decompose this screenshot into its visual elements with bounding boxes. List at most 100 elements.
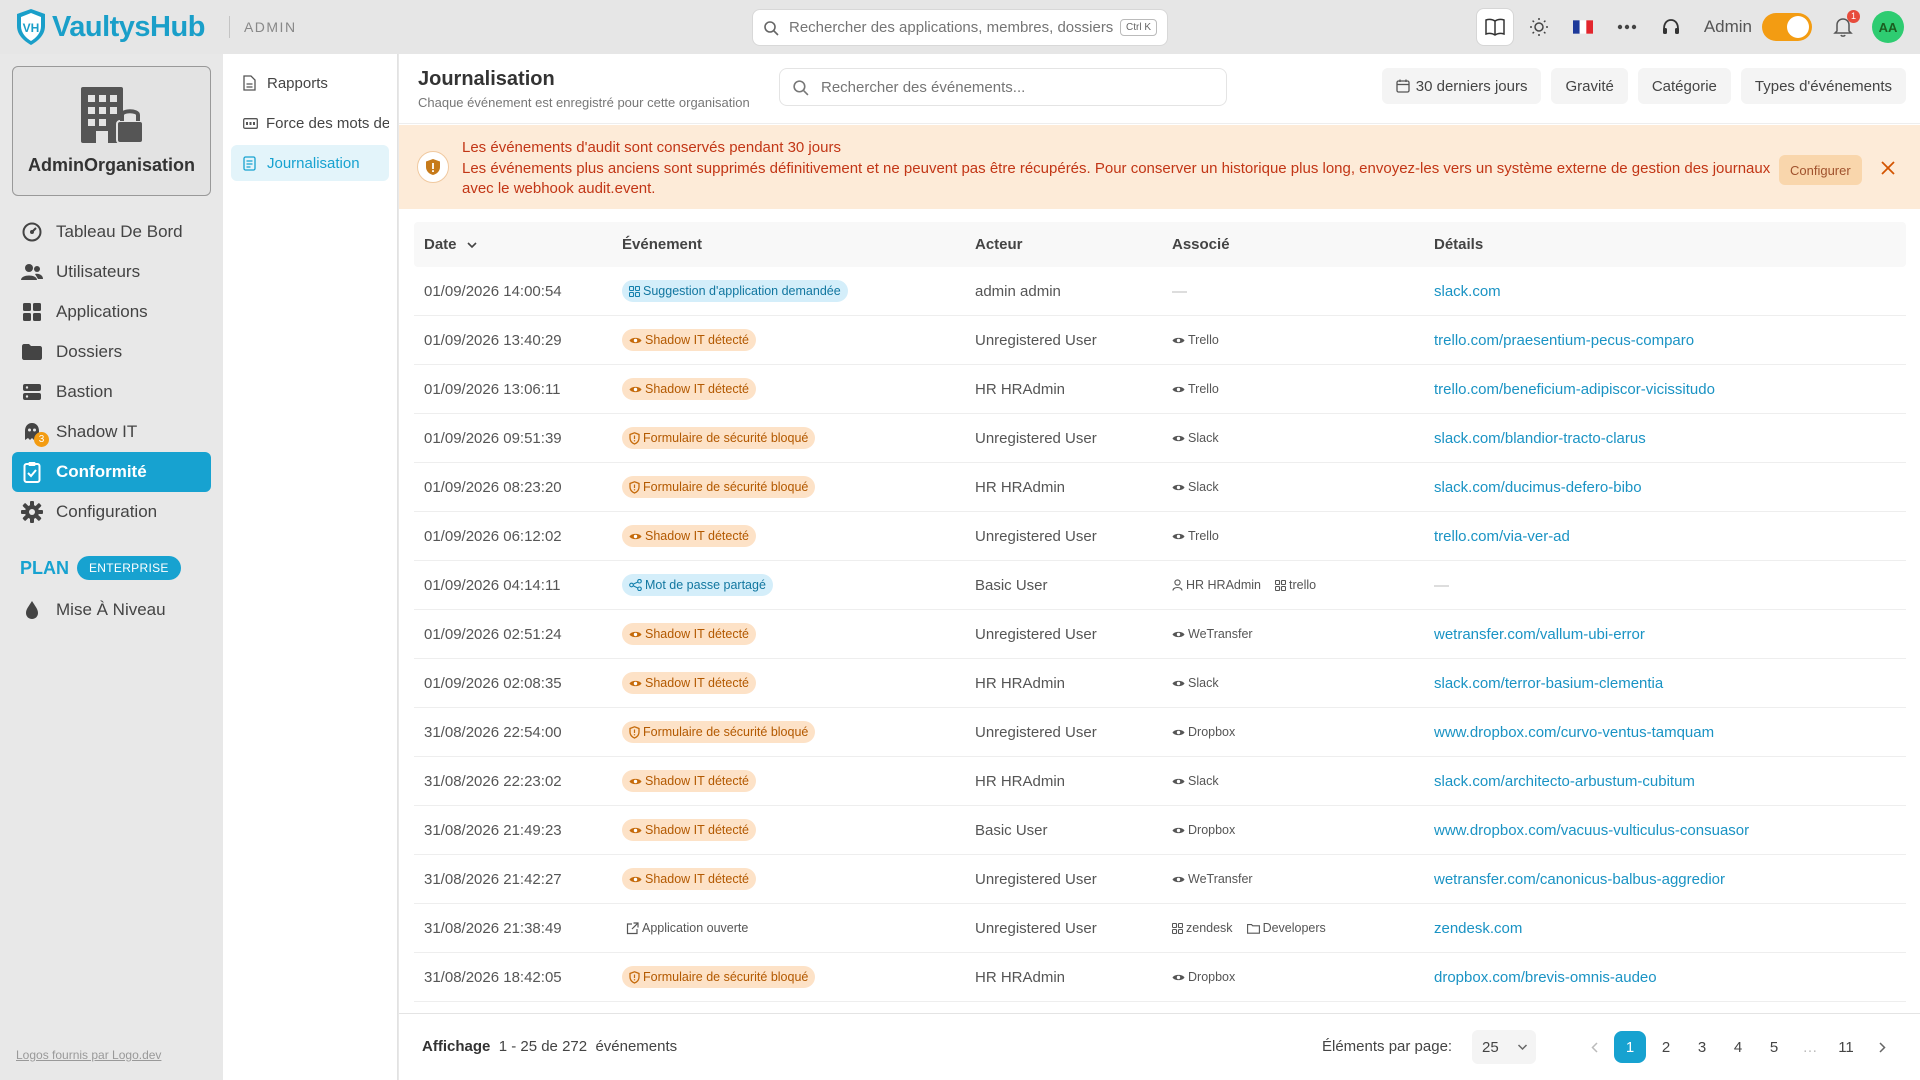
global-search[interactable]: Ctrl K bbox=[752, 9, 1168, 46]
details-link[interactable]: slack.com/blandior-tracto-clarus bbox=[1434, 430, 1646, 447]
nav-item-shadow-it[interactable]: 3 Shadow IT bbox=[12, 412, 211, 452]
associated-item[interactable]: Trello bbox=[1172, 382, 1219, 396]
associated-item[interactable]: Dropbox bbox=[1172, 970, 1235, 984]
details-link[interactable]: slack.com/terror-basium-clementia bbox=[1434, 675, 1663, 692]
details-column-header: Détails bbox=[1434, 236, 1484, 253]
associated-label: Trello bbox=[1188, 382, 1219, 396]
associated-item[interactable]: WeTransfer bbox=[1172, 872, 1253, 886]
configure-button[interactable]: Configurer bbox=[1779, 155, 1862, 185]
plan-indicator: PLAN ENTERPRISE bbox=[20, 556, 181, 580]
page-button[interactable]: 4 bbox=[1722, 1031, 1754, 1063]
eye-icon bbox=[629, 777, 642, 786]
details-link[interactable]: trello.com/praesentium-pecus-comparo bbox=[1434, 332, 1694, 349]
folder-icon bbox=[22, 344, 42, 360]
table-row[interactable]: 01/09/2026 13:40:29 Shadow IT détecté Un… bbox=[414, 316, 1906, 365]
date-column-header[interactable]: Date bbox=[414, 236, 622, 253]
event-label: Formulaire de sécurité bloqué bbox=[643, 970, 809, 984]
associated-item[interactable]: WeTransfer bbox=[1172, 627, 1253, 641]
table-row[interactable]: 31/08/2026 18:42:05 Formulaire de sécuri… bbox=[414, 953, 1906, 1002]
category-filter[interactable]: Catégorie bbox=[1637, 68, 1731, 104]
nav-item-users[interactable]: Utilisateurs bbox=[12, 252, 211, 292]
table-row[interactable]: 31/08/2026 22:23:02 Shadow IT détecté HR… bbox=[414, 757, 1906, 806]
event-search[interactable] bbox=[779, 68, 1227, 106]
table-row[interactable]: 31/08/2026 22:54:00 Formulaire de sécuri… bbox=[414, 708, 1906, 757]
event-search-input[interactable] bbox=[821, 78, 1214, 96]
details-link[interactable]: slack.com/ducimus-defero-bibo bbox=[1434, 479, 1642, 496]
details-link[interactable]: wetransfer.com/vallum-ubi-error bbox=[1434, 626, 1645, 643]
nav-item-folders[interactable]: Dossiers bbox=[12, 332, 211, 372]
nav-item-configuration[interactable]: Configuration bbox=[12, 492, 211, 532]
page-button[interactable]: 1 bbox=[1614, 1031, 1646, 1063]
alert-close-button[interactable] bbox=[1877, 157, 1899, 179]
org-switcher[interactable]: AdminOrganisation bbox=[12, 66, 211, 196]
associated-item[interactable]: Slack bbox=[1172, 480, 1219, 494]
table-row[interactable]: 01/09/2026 04:14:11 Mot de passe partagé… bbox=[414, 561, 1906, 610]
details-link[interactable]: slack.com bbox=[1434, 283, 1501, 300]
per-page-select[interactable]: 25 bbox=[1472, 1030, 1536, 1064]
language-button[interactable] bbox=[1564, 8, 1602, 46]
row-associated: Trello bbox=[1172, 529, 1434, 543]
theme-button[interactable] bbox=[1520, 8, 1558, 46]
details-link[interactable]: www.dropbox.com/curvo-ventus-tamquam bbox=[1434, 724, 1714, 741]
details-link[interactable]: www.dropbox.com/vacuus-vulticulus-consua… bbox=[1434, 822, 1749, 839]
logo-credit-link[interactable]: Logos fournis par Logo.dev bbox=[16, 1048, 161, 1062]
associated-item[interactable]: Slack bbox=[1172, 431, 1219, 445]
associated-item[interactable]: zendesk bbox=[1172, 921, 1233, 935]
table-row[interactable]: 31/08/2026 21:38:49 Application ouverte … bbox=[414, 904, 1906, 953]
page-button[interactable]: 2 bbox=[1650, 1031, 1682, 1063]
table-row[interactable]: 01/09/2026 13:06:11 Shadow IT détecté HR… bbox=[414, 365, 1906, 414]
associated-item[interactable]: Trello bbox=[1172, 333, 1219, 347]
docs-button[interactable] bbox=[1475, 8, 1514, 46]
nav-item-compliance[interactable]: Conformité bbox=[12, 452, 211, 492]
subnav-item-logging[interactable]: Journalisation bbox=[231, 145, 389, 181]
alert-title: Les événements d'audit sont conservés pe… bbox=[462, 139, 841, 156]
details-link[interactable]: zendesk.com bbox=[1434, 920, 1522, 937]
page-button[interactable]: 5 bbox=[1758, 1031, 1790, 1063]
global-search-input[interactable] bbox=[789, 19, 1120, 36]
nav-item-bastion[interactable]: Bastion bbox=[12, 372, 211, 412]
table-row[interactable]: 01/09/2026 02:08:35 Shadow IT détecté HR… bbox=[414, 659, 1906, 708]
event-types-filter[interactable]: Types d'événements bbox=[1740, 68, 1906, 104]
row-event: Shadow IT détecté bbox=[622, 525, 975, 547]
details-link[interactable]: wetransfer.com/canonicus-balbus-aggredio… bbox=[1434, 871, 1725, 888]
table-row[interactable]: 01/09/2026 08:23:20 Formulaire de sécuri… bbox=[414, 463, 1906, 512]
subnav-item-password-strength[interactable]: Force des mots de passe bbox=[231, 105, 389, 141]
page-button[interactable]: 3 bbox=[1686, 1031, 1718, 1063]
table-row[interactable]: 31/08/2026 21:49:23 Shadow IT détecté Ba… bbox=[414, 806, 1906, 855]
admin-mode-toggle[interactable] bbox=[1762, 13, 1812, 41]
table-row[interactable]: 01/09/2026 06:12:02 Shadow IT détecté Un… bbox=[414, 512, 1906, 561]
event-label: Formulaire de sécurité bloqué bbox=[643, 480, 809, 494]
row-associated: HR HRAdmin trello bbox=[1172, 578, 1434, 592]
table-row[interactable]: 31/08/2026 21:42:27 Shadow IT détecté Un… bbox=[414, 855, 1906, 904]
details-link[interactable]: trello.com/via-ver-ad bbox=[1434, 528, 1570, 545]
table-row[interactable]: 01/09/2026 14:00:54 Suggestion d'applica… bbox=[414, 267, 1906, 316]
page-button[interactable]: 11 bbox=[1830, 1031, 1862, 1063]
details-link[interactable]: slack.com/architecto-arbustum-cubitum bbox=[1434, 773, 1695, 790]
associated-item[interactable]: Dropbox bbox=[1172, 823, 1235, 837]
associated-item[interactable]: Slack bbox=[1172, 774, 1219, 788]
row-date: 01/09/2026 08:23:20 bbox=[424, 478, 562, 496]
nav-item-applications[interactable]: Applications bbox=[12, 292, 211, 332]
next-page-button[interactable] bbox=[1866, 1031, 1898, 1063]
details-link[interactable]: dropbox.com/brevis-omnis-audeo bbox=[1434, 969, 1657, 986]
nav-item-dashboard[interactable]: Tableau De Bord bbox=[12, 212, 211, 252]
associated-item[interactable]: Slack bbox=[1172, 676, 1219, 690]
support-button[interactable] bbox=[1652, 8, 1690, 46]
table-row[interactable]: 01/09/2026 02:51:24 Shadow IT détecté Un… bbox=[414, 610, 1906, 659]
table-row[interactable]: 01/09/2026 09:51:39 Formulaire de sécuri… bbox=[414, 414, 1906, 463]
avatar[interactable]: AA bbox=[1872, 11, 1904, 43]
associated-item[interactable]: Dropbox bbox=[1172, 725, 1235, 739]
associated-item[interactable]: trello bbox=[1275, 578, 1316, 592]
upgrade-button[interactable]: Mise À Niveau bbox=[12, 590, 211, 630]
associated-item[interactable]: Developers bbox=[1246, 921, 1326, 935]
associated-item[interactable]: HR HRAdmin bbox=[1172, 578, 1261, 592]
associated-item[interactable]: Trello bbox=[1172, 529, 1219, 543]
notifications-button[interactable]: 1 bbox=[1824, 8, 1862, 46]
severity-filter[interactable]: Gravité bbox=[1551, 68, 1628, 104]
details-link[interactable]: trello.com/beneficium-adipiscor-vicissit… bbox=[1434, 381, 1715, 398]
prev-page-button[interactable] bbox=[1578, 1031, 1610, 1063]
period-filter[interactable]: 30 derniers jours bbox=[1381, 68, 1542, 104]
more-button[interactable] bbox=[1608, 8, 1646, 46]
subnav-item-reports[interactable]: Rapports bbox=[231, 65, 389, 101]
app-logo[interactable]: VH VaultysHub bbox=[14, 8, 205, 46]
